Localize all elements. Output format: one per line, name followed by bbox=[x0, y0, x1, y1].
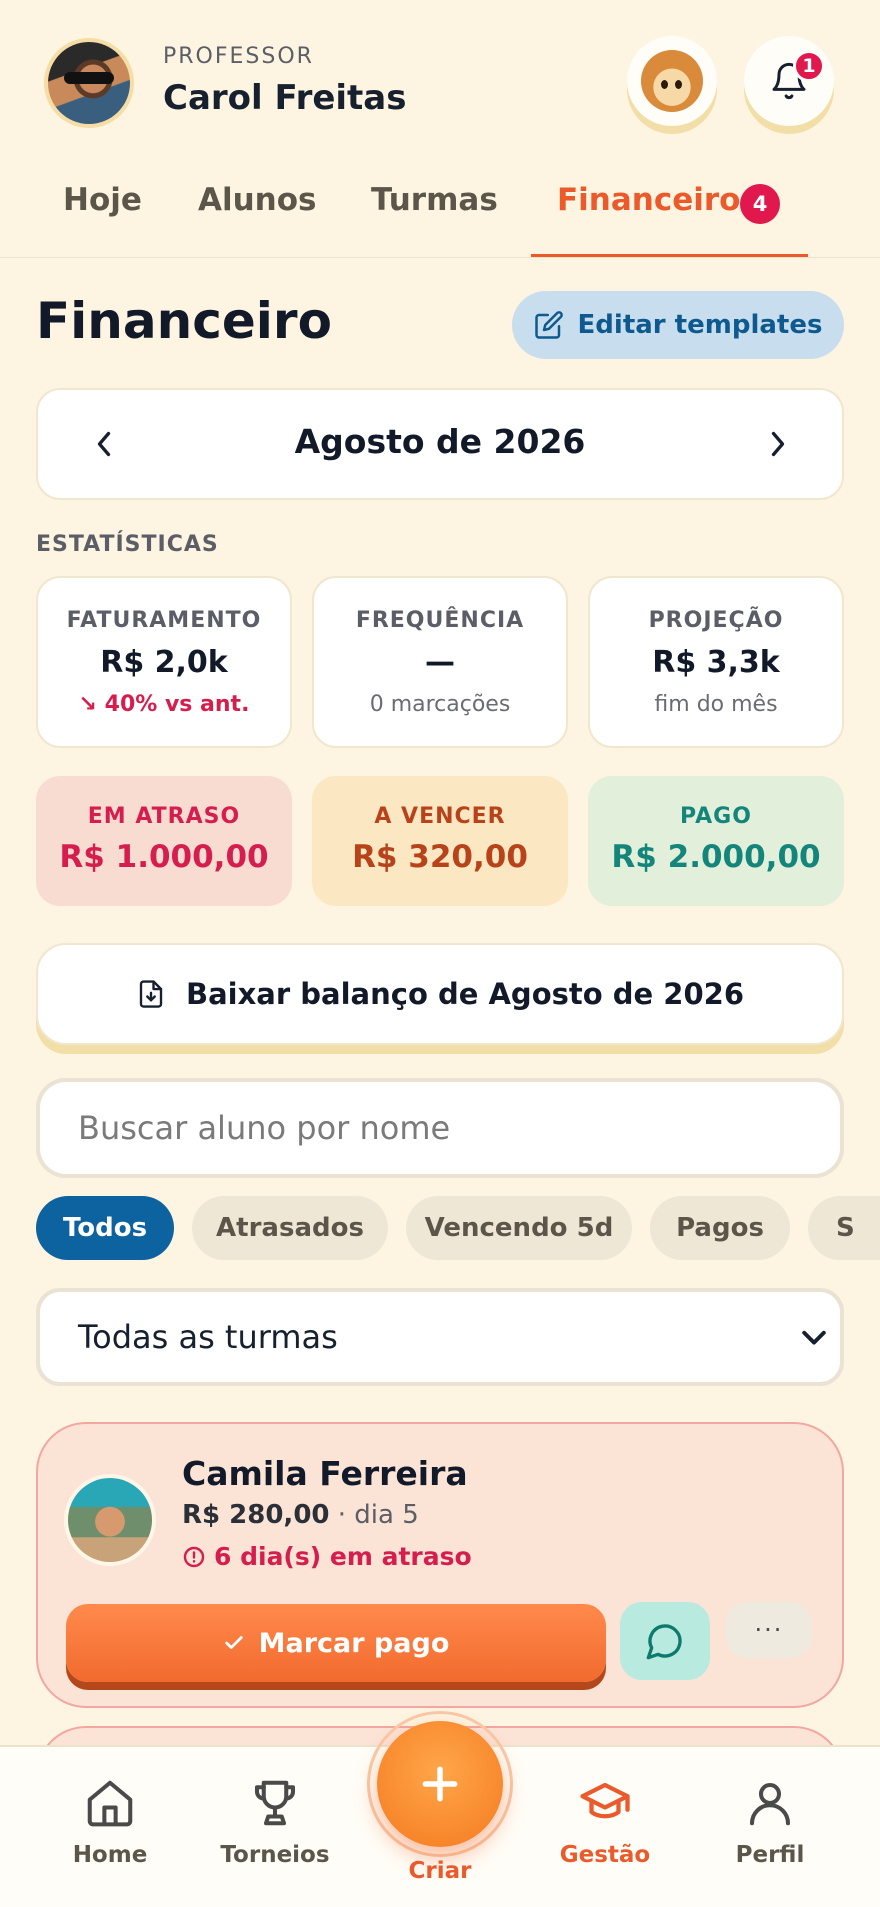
student-amount-line: R$ 280,00 · dia 5 bbox=[182, 1500, 419, 1530]
class-select-value: Todas as turmas bbox=[78, 1318, 338, 1356]
user-icon bbox=[749, 1782, 791, 1826]
mascot-button[interactable] bbox=[627, 36, 717, 126]
role-label: PROFESSOR bbox=[163, 44, 314, 69]
status-card-em-atraso[interactable]: EM ATRASO R$ 1.000,00 bbox=[36, 776, 292, 906]
mark-paid-button[interactable]: Marcar pago bbox=[66, 1604, 606, 1682]
status-value: R$ 320,00 bbox=[352, 839, 528, 875]
page-title: Financeiro bbox=[36, 292, 332, 350]
status-title: A VENCER bbox=[374, 804, 506, 829]
hedgehog-mascot-icon bbox=[641, 50, 703, 112]
download-balance-label: Baixar balanço de Agosto de 2026 bbox=[185, 977, 744, 1011]
filter-chip-atrasados[interactable]: Atrasados bbox=[192, 1196, 388, 1260]
search-input[interactable] bbox=[36, 1078, 844, 1178]
alert-circle-icon bbox=[183, 1546, 205, 1567]
tab-turmas[interactable]: Turmas bbox=[371, 182, 498, 218]
notification-badge: 1 bbox=[793, 50, 825, 82]
status-value: R$ 2.000,00 bbox=[611, 839, 821, 875]
message-button[interactable] bbox=[620, 1602, 710, 1680]
student-due-day: · dia 5 bbox=[329, 1500, 419, 1530]
plus-icon bbox=[422, 1766, 458, 1802]
student-amount: R$ 280,00 bbox=[182, 1500, 330, 1530]
notifications-button[interactable] bbox=[744, 36, 834, 126]
stat-card-projecao: PROJEÇÃO R$ 3,3k fim do mês bbox=[588, 576, 844, 748]
nav-perfil-label: Perfil bbox=[735, 1842, 805, 1868]
stat-title: PROJEÇÃO bbox=[648, 608, 784, 633]
status-value: R$ 1.000,00 bbox=[59, 839, 269, 875]
stat-value: R$ 3,3k bbox=[652, 645, 780, 680]
stat-trend: ↘ 40% vs ant. bbox=[78, 692, 250, 717]
user-avatar[interactable] bbox=[44, 38, 134, 128]
tab-hoje[interactable]: Hoje bbox=[63, 182, 142, 218]
chevron-right-icon bbox=[771, 431, 785, 457]
stat-card-frequencia: FREQUÊNCIA — 0 marcações bbox=[312, 576, 568, 748]
filter-chip-todos[interactable]: Todos bbox=[36, 1196, 174, 1260]
status-card-a-vencer[interactable]: A VENCER R$ 320,00 bbox=[312, 776, 568, 906]
nav-home-label: Home bbox=[72, 1842, 148, 1868]
edit-icon bbox=[534, 311, 563, 339]
tab-financeiro[interactable]: Financeiro bbox=[557, 182, 740, 218]
check-icon bbox=[224, 1636, 243, 1649]
student-name: Camila Ferreira bbox=[182, 1454, 468, 1493]
nav-gestao-label: Gestão bbox=[559, 1842, 651, 1868]
class-select[interactable]: Todas as turmas bbox=[36, 1288, 844, 1386]
status-card-pago[interactable]: PAGO R$ 2.000,00 bbox=[588, 776, 844, 906]
month-label: Agosto de 2026 bbox=[294, 422, 586, 461]
filter-chip-more[interactable]: S bbox=[808, 1196, 880, 1260]
student-overdue-status: 6 dia(s) em atraso bbox=[182, 1542, 472, 1571]
nav-home[interactable]: Home bbox=[40, 1772, 180, 1868]
stat-title: FATURAMENTO bbox=[66, 608, 262, 633]
tab-alunos[interactable]: Alunos bbox=[198, 182, 317, 218]
user-name: Carol Freitas bbox=[163, 78, 407, 118]
chat-bubble-icon bbox=[646, 1624, 682, 1660]
nav-gestao[interactable]: Gestão bbox=[535, 1772, 675, 1868]
filter-chip-vencendo[interactable]: Vencendo 5d bbox=[406, 1196, 632, 1260]
status-title: EM ATRASO bbox=[87, 804, 241, 829]
stat-sub: fim do mês bbox=[654, 692, 778, 717]
stat-card-faturamento: FATURAMENTO R$ 2,0k ↘ 40% vs ant. bbox=[36, 576, 292, 748]
stat-value: R$ 2,0k bbox=[100, 645, 228, 680]
tabs-divider bbox=[0, 257, 880, 258]
create-label: Criar bbox=[408, 1858, 472, 1884]
nav-torneios-label: Torneios bbox=[220, 1842, 330, 1868]
download-balance-button[interactable]: Baixar balanço de Agosto de 2026 bbox=[36, 943, 844, 1045]
tab-financeiro-badge: 4 bbox=[740, 184, 780, 224]
next-month-button[interactable] bbox=[760, 420, 796, 468]
more-options-button[interactable]: ··· bbox=[726, 1602, 812, 1658]
stat-sub: 0 marcações bbox=[369, 692, 511, 717]
stat-title: FREQUÊNCIA bbox=[355, 608, 525, 633]
chevron-down-icon bbox=[802, 1330, 826, 1345]
student-avatar bbox=[64, 1474, 156, 1566]
trophy-icon bbox=[254, 1780, 296, 1826]
more-options-icon: ··· bbox=[754, 1616, 784, 1644]
mark-paid-label: Marcar pago bbox=[258, 1627, 450, 1659]
create-button[interactable] bbox=[377, 1721, 503, 1847]
edit-templates-button[interactable]: Editar templates bbox=[512, 291, 844, 359]
status-title: PAGO bbox=[680, 804, 752, 829]
overdue-text: 6 dia(s) em atraso bbox=[214, 1542, 472, 1571]
file-download-icon bbox=[139, 980, 163, 1008]
stats-section-label: ESTATÍSTICAS bbox=[36, 532, 219, 557]
filter-chip-pagos[interactable]: Pagos bbox=[650, 1196, 790, 1260]
stat-value: — bbox=[425, 645, 455, 680]
graduation-cap-icon bbox=[580, 1782, 630, 1819]
nav-torneios[interactable]: Torneios bbox=[205, 1772, 345, 1868]
edit-templates-label: Editar templates bbox=[577, 310, 823, 340]
nav-perfil[interactable]: Perfil bbox=[700, 1772, 840, 1868]
filter-chips: Todos Atrasados Vencendo 5d Pagos S bbox=[36, 1196, 880, 1260]
home-icon bbox=[87, 1780, 133, 1827]
